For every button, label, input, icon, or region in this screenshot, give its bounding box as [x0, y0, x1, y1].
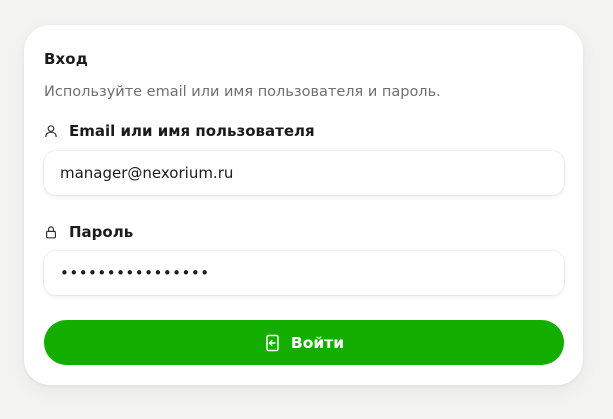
form-subtitle: Используйте email или имя пользователя и… — [44, 84, 441, 100]
login-input[interactable] — [44, 151, 564, 195]
login-button[interactable]: Войти — [44, 320, 564, 365]
password-label-text: Пароль — [69, 223, 134, 241]
password-field-label: Пароль — [44, 223, 133, 241]
login-card: Вход Используйте email или имя пользоват… — [24, 25, 583, 385]
login-icon — [264, 334, 281, 352]
password-input[interactable] — [44, 251, 564, 295]
login-field-label: Email или имя пользователя — [44, 122, 315, 140]
form-title: Вход — [44, 50, 88, 68]
login-button-label: Войти — [290, 333, 345, 352]
lock-icon — [44, 225, 58, 239]
login-label-text: Email или имя пользователя — [69, 122, 315, 140]
user-icon — [44, 124, 58, 138]
